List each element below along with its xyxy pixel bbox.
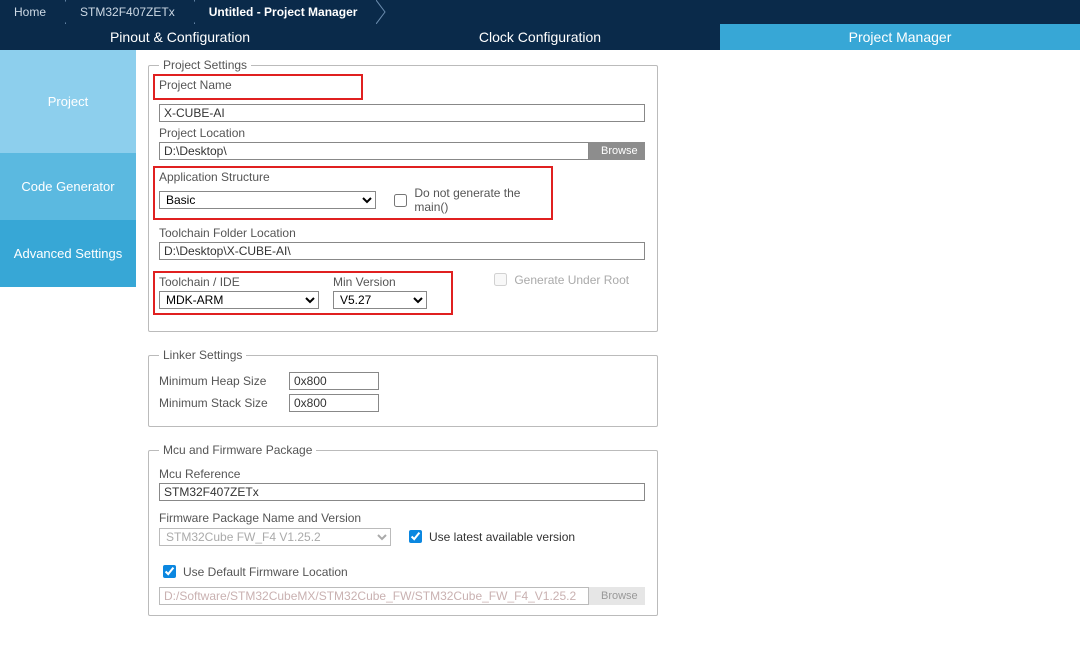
min-version-label: Min Version	[333, 275, 427, 289]
use-latest-label: Use latest available version	[429, 530, 575, 544]
project-settings-legend: Project Settings	[159, 58, 251, 72]
toolchain-folder-label: Toolchain Folder Location	[159, 226, 647, 240]
sidebar: Project Code Generator Advanced Settings	[0, 50, 136, 652]
stack-input[interactable]	[289, 394, 379, 412]
min-version-select[interactable]: V5.27	[333, 291, 427, 309]
linker-settings-legend: Linker Settings	[159, 348, 246, 362]
generate-under-root-check	[494, 273, 507, 286]
project-location-input[interactable]	[159, 142, 589, 160]
sidebar-item-advanced-settings[interactable]: Advanced Settings	[0, 220, 136, 287]
project-settings-group: Project Settings Project Name Project Lo…	[148, 58, 658, 332]
generate-under-root-checkbox: Generate Under Root	[490, 270, 629, 289]
heap-label: Minimum Heap Size	[159, 374, 279, 388]
use-default-fw-location-checkbox[interactable]: Use Default Firmware Location	[159, 562, 348, 581]
project-name-label: Project Name	[159, 78, 357, 92]
sidebar-project-label: Project	[48, 94, 88, 109]
fw-package-label: Firmware Package Name and Version	[159, 511, 647, 525]
project-location-label: Project Location	[159, 126, 647, 140]
main-tabs: Pinout & Configuration Clock Configurati…	[0, 24, 1080, 50]
mcu-ref-input[interactable]	[159, 483, 645, 501]
mcu-firmware-legend: Mcu and Firmware Package	[159, 443, 316, 457]
fw-path-browse-button: Browse	[589, 587, 645, 605]
app-structure-select[interactable]: Basic	[159, 191, 376, 209]
use-default-fw-location-check[interactable]	[163, 565, 176, 578]
linker-settings-group: Linker Settings Minimum Heap Size Minimu…	[148, 348, 658, 427]
breadcrumb-home-label: Home	[14, 5, 46, 19]
breadcrumb-current[interactable]: Untitled - Project Manager	[195, 0, 378, 24]
dont-generate-main-checkbox[interactable]: Do not generate the main()	[390, 186, 547, 214]
tab-project-manager[interactable]: Project Manager	[720, 24, 1080, 50]
breadcrumb-current-label: Untitled - Project Manager	[209, 5, 358, 19]
breadcrumb-device[interactable]: STM32F407ZETx	[66, 0, 195, 24]
sidebar-item-code-generator[interactable]: Code Generator	[0, 153, 136, 220]
project-location-browse-button[interactable]: Browse	[589, 142, 645, 160]
sidebar-advanced-label: Advanced Settings	[14, 246, 122, 261]
content-pane: Project Settings Project Name Project Lo…	[136, 50, 1080, 652]
breadcrumb-home[interactable]: Home	[0, 0, 66, 24]
mcu-ref-label: Mcu Reference	[159, 467, 647, 481]
tab-pinout-label: Pinout & Configuration	[110, 29, 250, 45]
fw-package-select[interactable]: STM32Cube FW_F4 V1.25.2	[159, 528, 391, 546]
use-default-fw-location-label: Use Default Firmware Location	[183, 565, 348, 579]
tab-clock[interactable]: Clock Configuration	[360, 24, 720, 50]
use-latest-check[interactable]	[409, 530, 422, 543]
sidebar-codegen-label: Code Generator	[21, 179, 114, 194]
tab-pinout[interactable]: Pinout & Configuration	[0, 24, 360, 50]
toolchain-ide-select[interactable]: MDK-ARM	[159, 291, 319, 309]
sidebar-item-project[interactable]: Project	[0, 50, 136, 153]
mcu-firmware-group: Mcu and Firmware Package Mcu Reference F…	[148, 443, 658, 616]
tab-clock-label: Clock Configuration	[479, 29, 601, 45]
project-name-input[interactable]	[159, 104, 645, 122]
toolchain-ide-label: Toolchain / IDE	[159, 275, 319, 289]
stack-label: Minimum Stack Size	[159, 396, 279, 410]
app-structure-label: Application Structure	[159, 170, 547, 184]
generate-under-root-label: Generate Under Root	[514, 273, 629, 287]
use-latest-checkbox[interactable]: Use latest available version	[405, 527, 575, 546]
dont-generate-main-check[interactable]	[394, 194, 407, 207]
tab-projmgr-label: Project Manager	[849, 29, 952, 45]
breadcrumb: Home STM32F407ZETx Untitled - Project Ma…	[0, 0, 1080, 24]
breadcrumb-device-label: STM32F407ZETx	[80, 5, 175, 19]
dont-generate-main-label: Do not generate the main()	[414, 186, 547, 214]
toolchain-folder-input[interactable]	[159, 242, 645, 260]
fw-path-input	[159, 587, 589, 605]
heap-input[interactable]	[289, 372, 379, 390]
